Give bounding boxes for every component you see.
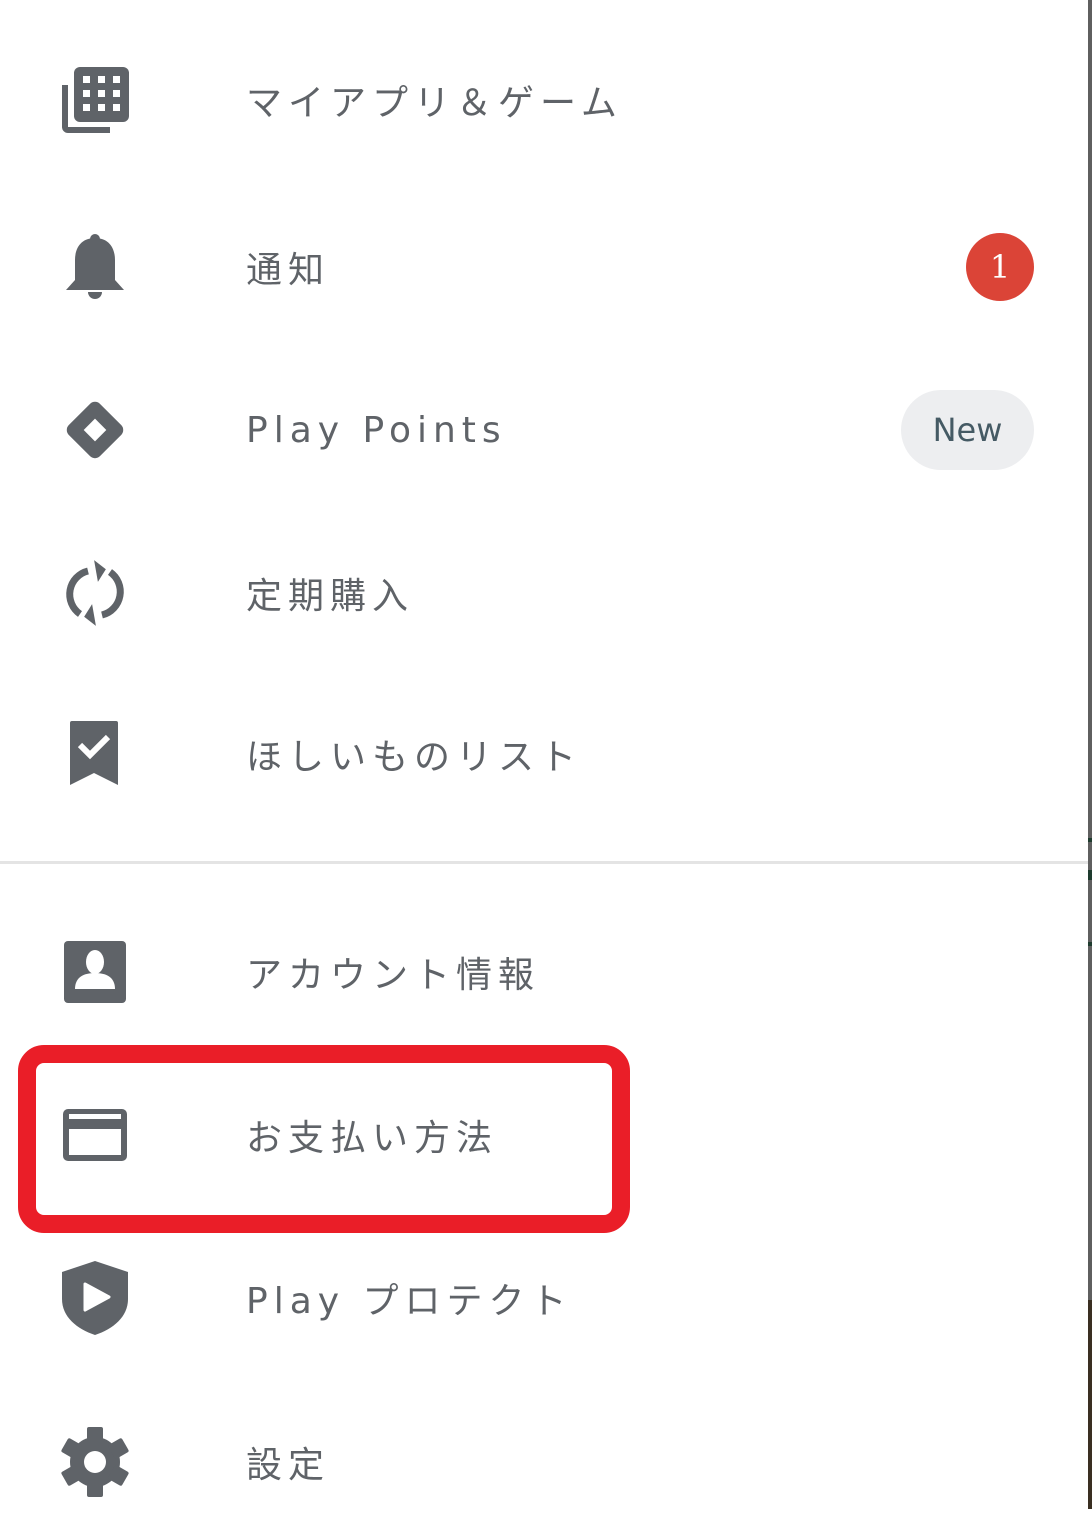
notification-count-badge: 1 bbox=[966, 233, 1034, 301]
menu-item-label: 通知 bbox=[246, 250, 331, 291]
menu-item-wishlist[interactable]: ほしいものリスト bbox=[0, 694, 1088, 814]
menu-item-label: Play Points bbox=[246, 409, 507, 451]
menu-item-label: 定期購入 bbox=[246, 576, 415, 617]
sync-icon bbox=[58, 556, 132, 630]
menu-item-notifications[interactable]: 通知 1 bbox=[0, 207, 1088, 327]
menu-item-account[interactable]: アカウント情報 bbox=[0, 912, 1088, 1032]
account-box-icon bbox=[58, 935, 132, 1009]
play-points-diamond-icon bbox=[58, 393, 132, 467]
apps-library-icon bbox=[58, 63, 132, 137]
menu-item-label: ほしいものリスト bbox=[246, 737, 583, 778]
menu-item-play-points[interactable]: Play Points New bbox=[0, 370, 1088, 490]
highlight-frame bbox=[18, 1045, 630, 1233]
menu-item-play-protect[interactable]: Play プロテクト bbox=[0, 1238, 1088, 1358]
menu-item-my-apps-games[interactable]: マイアプリ＆ゲーム bbox=[0, 40, 1088, 160]
bookmark-check-icon bbox=[58, 717, 132, 791]
navigation-drawer: マイアプリ＆ゲーム 通知 1 Play Points New 定期購入 ほしいも… bbox=[0, 0, 1088, 1509]
menu-item-label: マイアプリ＆ゲーム bbox=[246, 83, 623, 124]
menu-item-label: 設定 bbox=[246, 1445, 331, 1486]
gear-icon bbox=[58, 1425, 132, 1499]
new-badge: New bbox=[901, 390, 1034, 470]
menu-item-subscriptions[interactable]: 定期購入 bbox=[0, 533, 1088, 653]
background-content-edge bbox=[1088, 0, 1092, 1509]
section-divider bbox=[0, 861, 1088, 864]
menu-item-label: アカウント情報 bbox=[246, 955, 541, 996]
menu-item-label: Play プロテクト bbox=[246, 1281, 573, 1322]
menu-item-settings[interactable]: 設定 bbox=[0, 1402, 1088, 1522]
bell-icon bbox=[58, 230, 132, 304]
shield-play-icon bbox=[58, 1261, 132, 1335]
